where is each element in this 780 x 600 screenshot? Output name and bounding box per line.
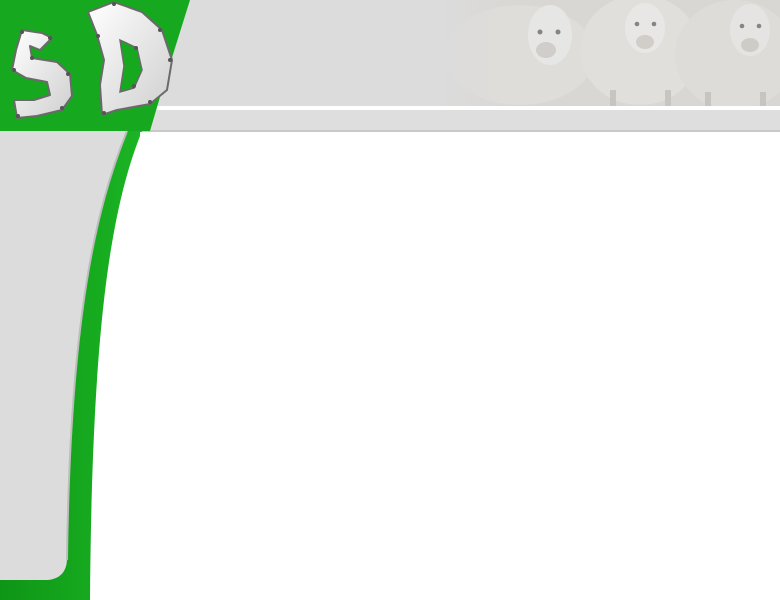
page-frame [0, 0, 780, 600]
sheep-banner-image [440, 0, 780, 106]
sheep-flock-icon [440, 0, 780, 106]
sd-logo-icon [11, 1, 173, 119]
sd-logo[interactable] [2, 0, 177, 130]
main-content-area [140, 132, 780, 600]
